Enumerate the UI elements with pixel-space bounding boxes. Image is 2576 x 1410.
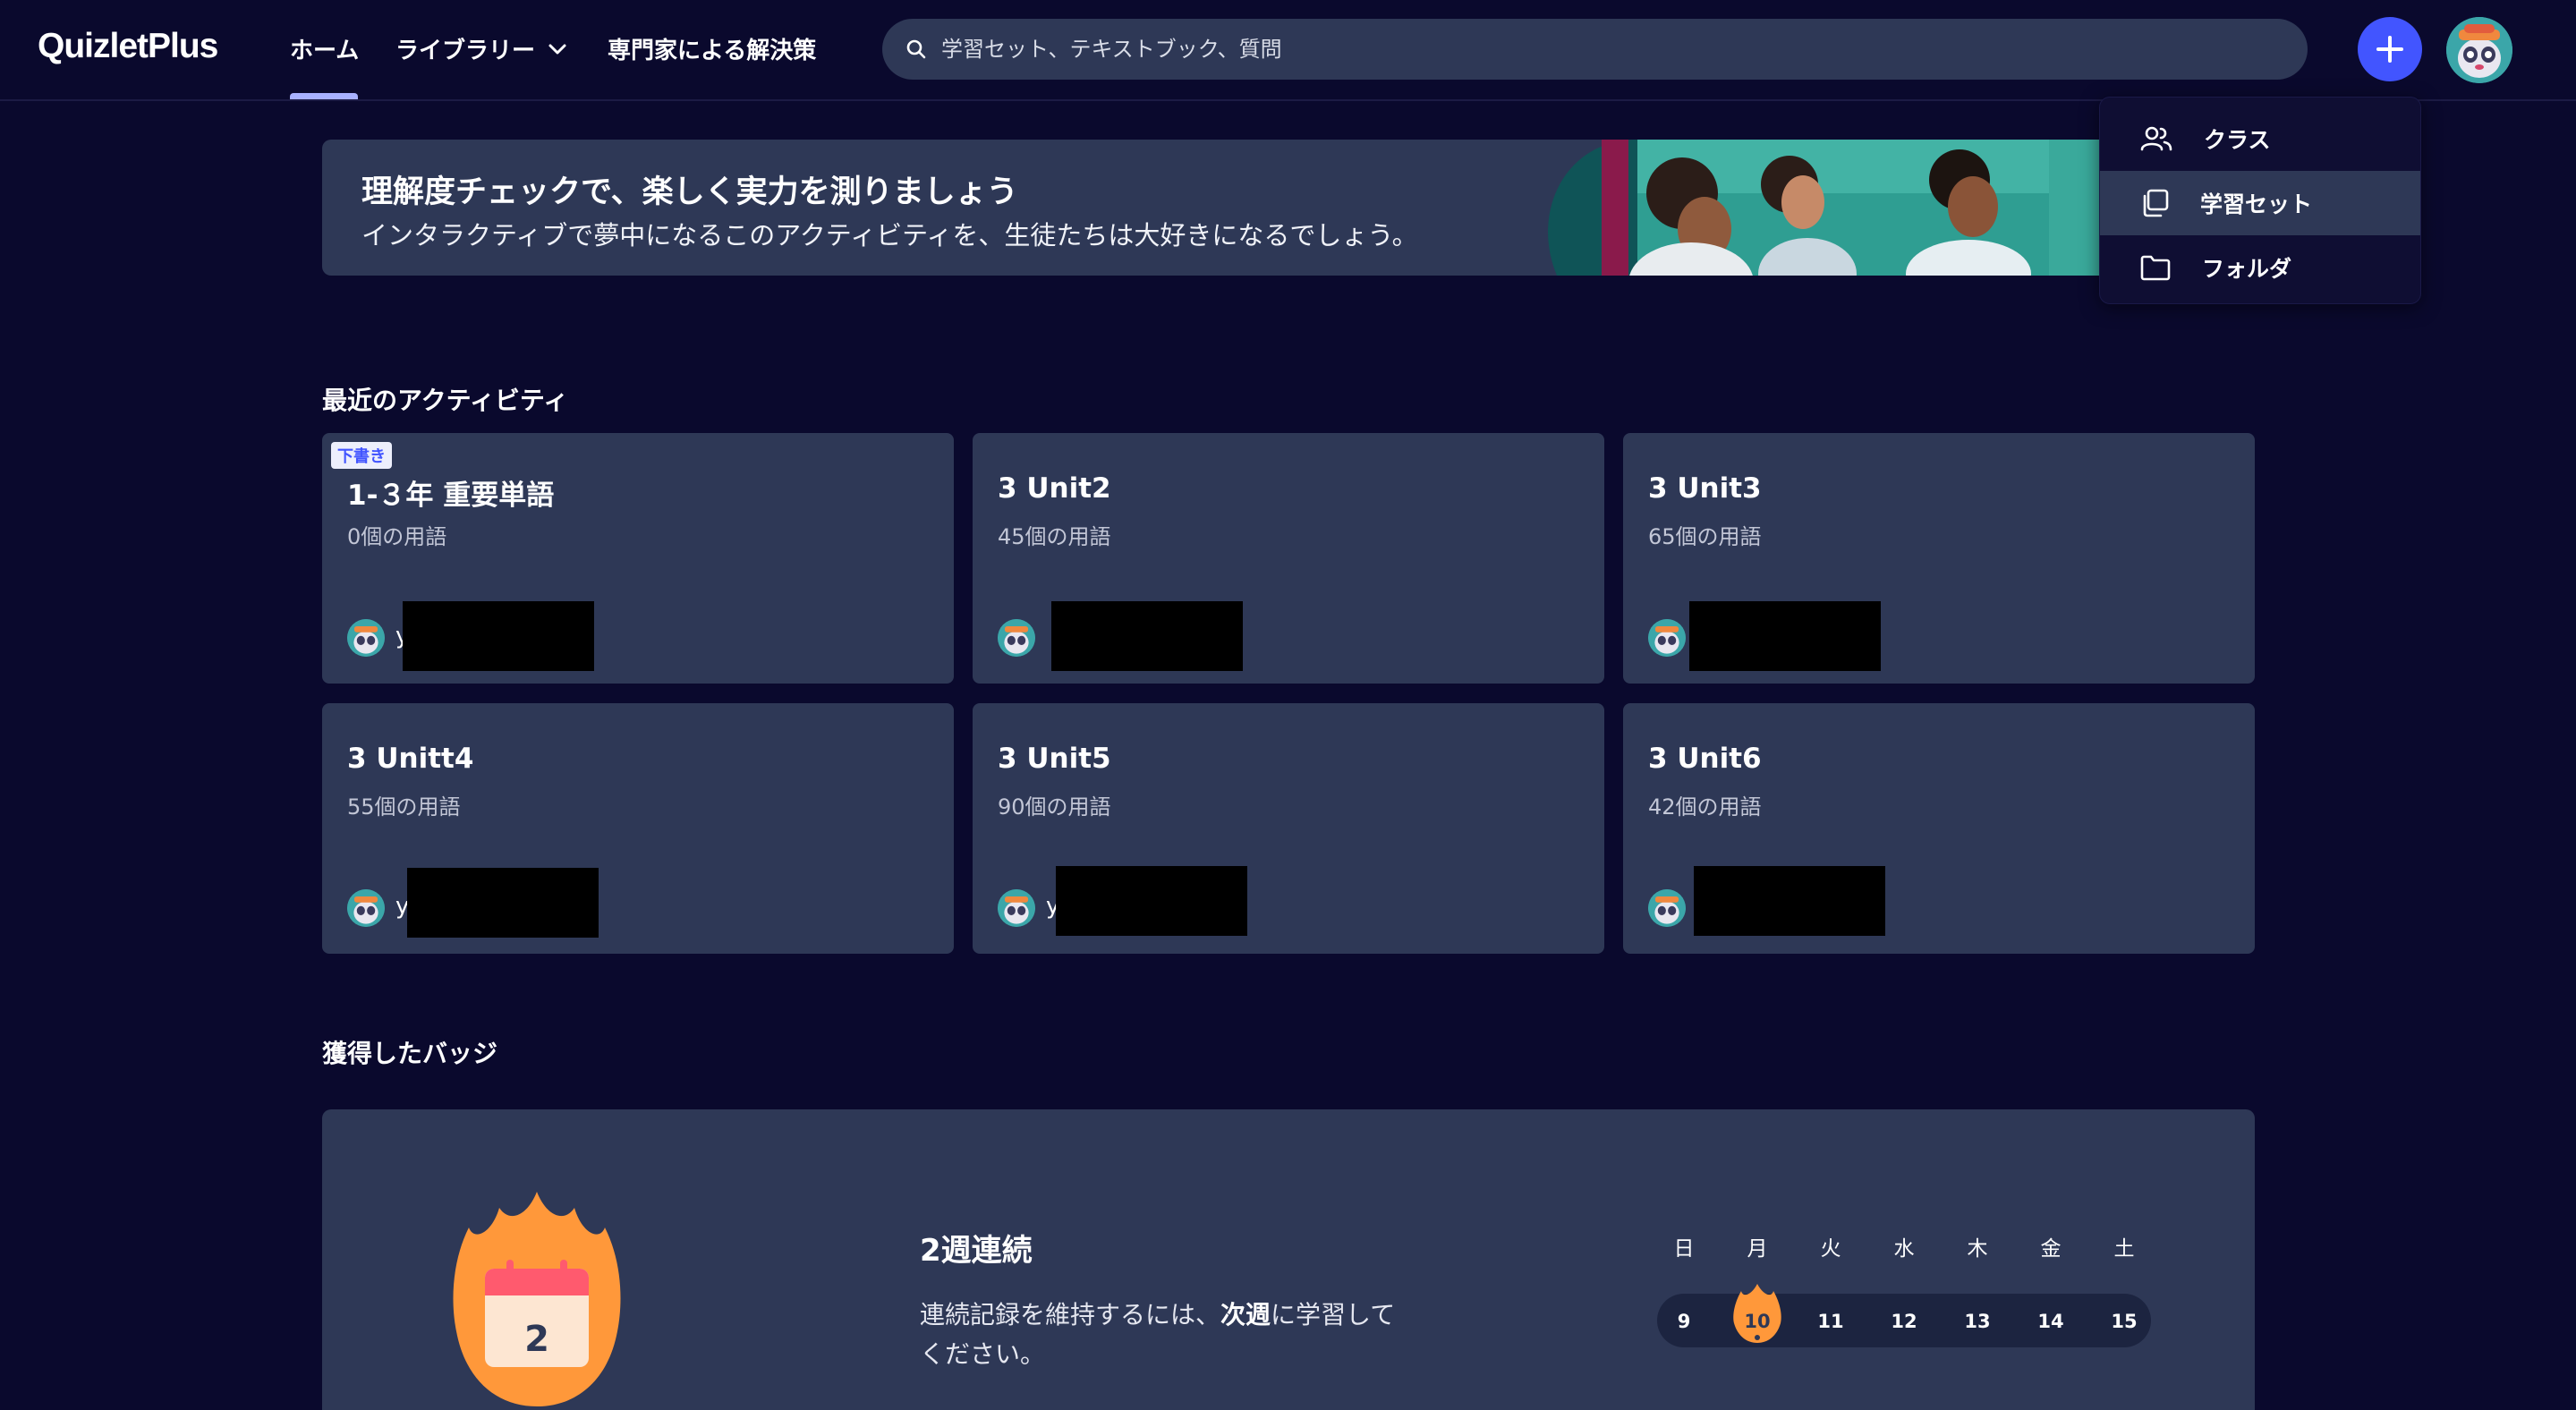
weekday-label: 土 [2113, 1237, 2135, 1261]
banner-subtitle: インタラクティブで夢中になるこのアクティビティを、生徒たちは大好きになるでしょう… [361, 220, 1418, 251]
user-avatar [347, 889, 385, 927]
cards-icon [2143, 189, 2169, 217]
nav-active-indicator [290, 93, 358, 99]
panda-avatar-icon [347, 889, 385, 927]
user-avatar [998, 619, 1035, 657]
redacted-block [1056, 866, 1247, 936]
weekday-label: 日 [1673, 1237, 1695, 1261]
redacted-block [403, 601, 594, 671]
panda-avatar-icon [1648, 889, 1686, 927]
card-term-count: 45個の用語 [998, 524, 1111, 549]
menu-item-folder[interactable]: フォルダ [2100, 235, 2420, 300]
create-button[interactable] [2358, 17, 2422, 81]
folder-icon [2140, 255, 2171, 281]
redacted-block [1694, 866, 1885, 936]
profile-avatar[interactable] [2446, 17, 2512, 83]
card-title: 3 Unitt4 [347, 743, 474, 775]
weekday-label: 水 [1893, 1237, 1915, 1261]
draft-badge: 下書き [331, 442, 392, 469]
weekday-label: 月 [1747, 1237, 1768, 1261]
user-avatar [998, 889, 1035, 927]
day-number: 9 [1677, 1311, 1691, 1332]
nav-library[interactable]: ライブラリー [395, 32, 567, 65]
badges-title: 獲得したバッジ [322, 1039, 498, 1068]
study-set-card[interactable]: 3 Unit3 65個の用語 [1623, 433, 2255, 684]
streak-title: 2週連続 [920, 1233, 1033, 1269]
card-term-count: 90個の用語 [998, 794, 1111, 820]
day-number: 15 [2111, 1311, 2138, 1332]
card-term-count: 42個の用語 [1648, 794, 1762, 820]
people-icon [2140, 126, 2172, 151]
weekday-label: 金 [2040, 1237, 2062, 1261]
search-input[interactable] [941, 37, 2194, 62]
card-title: 3 Unit6 [1648, 743, 1762, 775]
panda-avatar-icon [2446, 17, 2512, 83]
banner-title: 理解度チェックで、楽しく実力を測りましょう [361, 174, 1018, 210]
card-title: 3 Unit2 [998, 472, 1111, 505]
panda-avatar-icon [998, 619, 1035, 657]
redacted-block [407, 868, 599, 938]
streak-panel: 2 2週連続 連続記録を維持するには、次週に学習してください。 日 月 火 水 … [322, 1109, 2255, 1410]
day-number: 11 [1817, 1311, 1844, 1332]
study-set-card[interactable]: 3 Unitt4 55個の用語 y [322, 703, 954, 954]
menu-item-study-set[interactable]: 学習セット [2100, 171, 2420, 235]
user-avatar [1648, 619, 1686, 657]
panda-avatar-icon [998, 889, 1035, 927]
day-number: 13 [1964, 1311, 1991, 1332]
chevron-down-icon [548, 44, 566, 54]
card-title: 3 Unit3 [1648, 472, 1762, 505]
streak-description: 連続記録を維持するには、次週に学習してください。 [920, 1300, 1396, 1369]
flame-calendar-icon: 2 [453, 1192, 621, 1406]
search-bar[interactable] [882, 19, 2308, 80]
logo[interactable]: QuizletPlus [38, 27, 218, 66]
weekday-label: 木 [1967, 1237, 1988, 1261]
study-set-card[interactable]: 下書き 1-３年 重要単語 0個の用語 y [322, 433, 954, 684]
study-set-card[interactable]: 3 Unit2 45個の用語 [973, 433, 1604, 684]
card-title: 1-３年 重要単語 [347, 480, 555, 512]
menu-item-study-set-label: 学習セット [2200, 191, 2313, 217]
redacted-block [1689, 601, 1881, 671]
day-number-current: 10 [1744, 1311, 1771, 1332]
banner-image [1548, 140, 2112, 276]
study-set-card[interactable]: 3 Unit5 90個の用語 y [973, 703, 1604, 954]
menu-item-class-label: クラス [2204, 127, 2271, 153]
nav-home[interactable]: ホーム [290, 32, 359, 65]
user-avatar [1648, 889, 1686, 927]
panda-avatar-icon [1648, 619, 1686, 657]
user-avatar [347, 619, 385, 657]
weekday-label: 火 [1820, 1237, 1841, 1261]
card-title: 3 Unit5 [998, 743, 1111, 775]
nav-library-label: ライブラリー [395, 38, 536, 64]
recent-activity-title: 最近のアクティビティ [322, 386, 569, 415]
search-icon [906, 39, 926, 59]
day-number: 12 [1891, 1311, 1917, 1332]
day-number: 14 [2037, 1311, 2064, 1332]
redacted-block [1051, 601, 1243, 671]
calendar-number: 2 [524, 1319, 549, 1360]
top-bar: QuizletPlus ホーム ライブラリー 専門家による解決策 [0, 0, 2576, 101]
menu-item-class[interactable]: クラス [2100, 106, 2420, 171]
plus-icon [2376, 36, 2403, 63]
promo-banner[interactable]: 理解度チェックで、楽しく実力を測りましょう インタラクティブで夢中になるこのアク… [322, 140, 2112, 276]
nav-experts[interactable]: 専門家による解決策 [608, 32, 816, 65]
menu-item-folder-label: フォルダ [2202, 256, 2292, 282]
panda-avatar-icon [347, 619, 385, 657]
study-set-card[interactable]: 3 Unit6 42個の用語 [1623, 703, 2255, 954]
card-term-count: 55個の用語 [347, 794, 461, 820]
create-menu: クラス 学習セット フォルダ [2099, 97, 2421, 304]
card-term-count: 65個の用語 [1648, 524, 1762, 549]
card-term-count: 0個の用語 [347, 524, 447, 549]
